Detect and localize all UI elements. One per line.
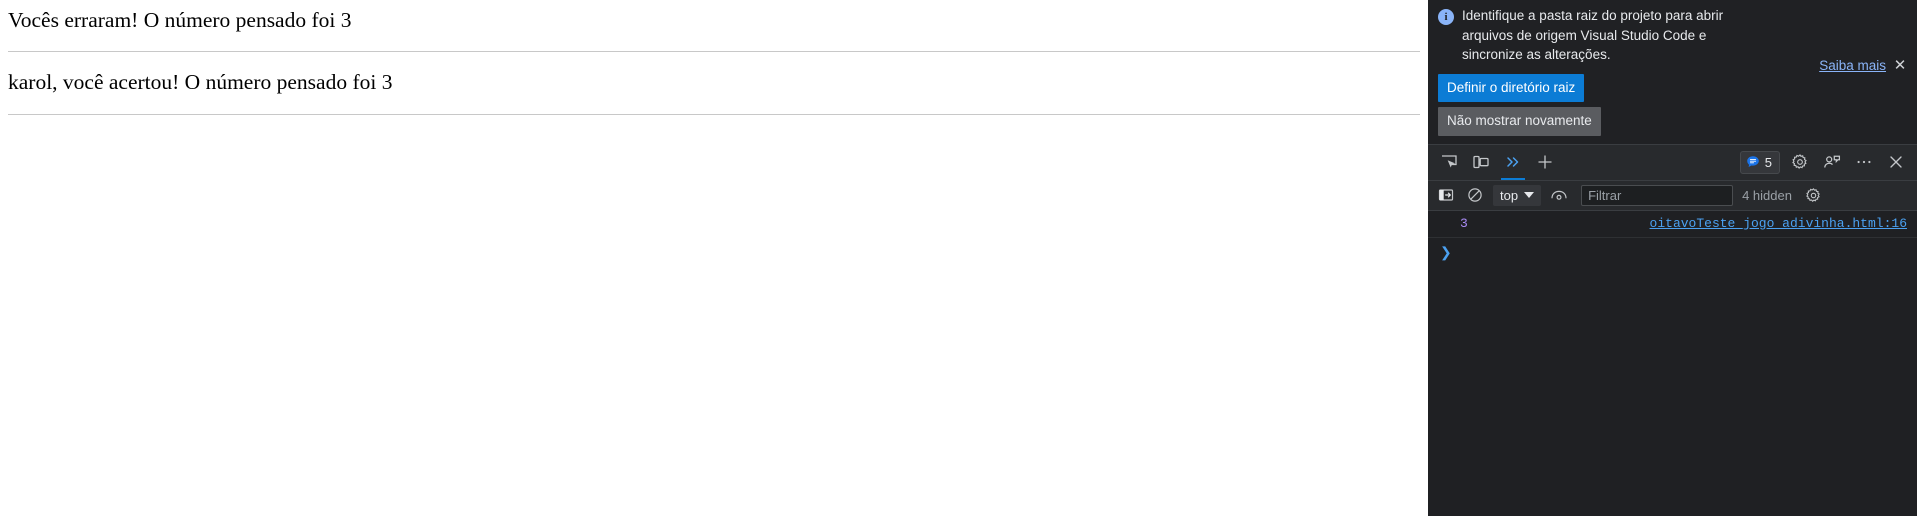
- page-viewport: Vocês erraram! O número pensado foi 3 ka…: [0, 0, 1428, 516]
- console-sidebar-icon[interactable]: [1433, 183, 1459, 207]
- horizontal-rule: [8, 51, 1420, 53]
- console-filter-input[interactable]: [1581, 184, 1734, 206]
- console-message-row[interactable]: 3 oitavoTeste_jogo_adivinha.html:16: [1428, 211, 1917, 238]
- add-tab-plus-icon[interactable]: [1530, 148, 1560, 176]
- set-root-directory-button[interactable]: Definir o diretório raiz: [1438, 73, 1585, 102]
- execution-context-label: top: [1500, 187, 1519, 203]
- hidden-messages-count: 4 hidden: [1742, 187, 1792, 203]
- live-expression-eye-icon[interactable]: [1546, 183, 1572, 207]
- close-icon[interactable]: ✕: [1893, 58, 1907, 73]
- console-message-list: 3 oitavoTeste_jogo_adivinha.html:16 ❯: [1428, 210, 1917, 464]
- infobar-actions: Saiba mais ✕: [1819, 58, 1907, 73]
- learn-more-link[interactable]: Saiba mais: [1819, 58, 1886, 73]
- console-prompt-row[interactable]: ❯: [1428, 238, 1917, 266]
- console-settings-gear-icon[interactable]: [1801, 183, 1827, 207]
- clear-console-icon[interactable]: [1462, 183, 1488, 207]
- info-icon: i: [1438, 9, 1454, 25]
- devtools-tab-toolbar: 5: [1428, 143, 1917, 180]
- gear-icon[interactable]: [1785, 148, 1815, 176]
- more-tabs-chevron-double-right-icon[interactable]: [1498, 148, 1528, 180]
- close-devtools-icon[interactable]: [1881, 148, 1911, 176]
- devtools-infobar: i Identifique a pasta raiz do projeto pa…: [1428, 0, 1917, 144]
- feedback-person-icon[interactable]: [1817, 148, 1847, 176]
- console-source-link[interactable]: oitavoTeste_jogo_adivinha.html:16: [1650, 216, 1907, 231]
- issues-count: 5: [1764, 154, 1772, 170]
- console-prompt-input[interactable]: [1458, 244, 1917, 259]
- issues-speech-bubble-icon: [1746, 156, 1759, 167]
- document-body: Vocês erraram! O número pensado foi 3 ka…: [0, 0, 1428, 141]
- prompt-caret-icon: ❯: [1440, 243, 1452, 260]
- horizontal-rule: [8, 113, 1420, 115]
- chevron-down-icon: [1524, 192, 1535, 198]
- devtools-panel: i Identifique a pasta raiz do projeto pa…: [1428, 0, 1917, 516]
- more-options-ellipsis-icon[interactable]: [1849, 148, 1879, 176]
- infobar-buttons: Definir o diretório raiz Não mostrar nov…: [1438, 73, 1907, 136]
- execution-context-select[interactable]: top: [1493, 184, 1542, 206]
- console-message-text: 3: [1460, 216, 1468, 231]
- result-line-win: karol, você acertou! O número pensado fo…: [8, 70, 393, 95]
- infobar-message: Identifique a pasta raiz do projeto para…: [1462, 8, 1724, 62]
- infobar-content: i Identifique a pasta raiz do projeto pa…: [1438, 6, 1907, 65]
- console-filter-toolbar: top 4 hidden: [1428, 179, 1917, 211]
- issues-badge[interactable]: 5: [1739, 150, 1780, 174]
- inspect-element-icon[interactable]: [1434, 148, 1464, 176]
- result-line-lose: Vocês erraram! O número pensado foi 3: [8, 8, 352, 32]
- dont-show-again-button[interactable]: Não mostrar novamente: [1438, 107, 1601, 136]
- device-toolbar-icon[interactable]: [1466, 148, 1496, 176]
